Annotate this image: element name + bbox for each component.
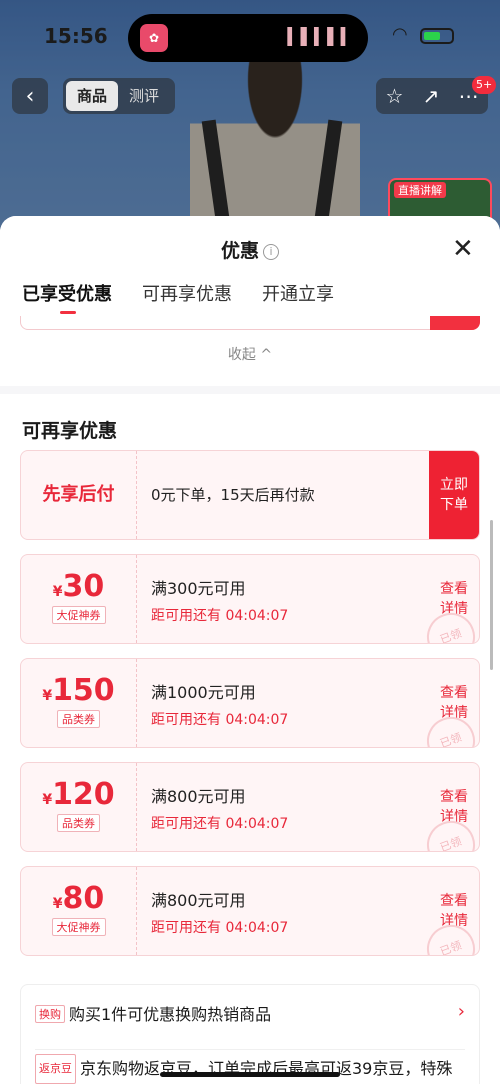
section-title: 可再享优惠 — [22, 420, 118, 442]
chevron-right-icon[interactable]: › — [458, 1001, 465, 1022]
coupon-type: 大促神券 — [51, 918, 106, 936]
currency-symbol: ¥ — [52, 584, 63, 600]
sheet-title: 优惠 i — [0, 236, 500, 263]
coupon-card[interactable]: ¥30 大促神券 满300元可用 距可用还有 04:04:07 查看详情 已领 — [20, 554, 480, 644]
bean-tag: 返京豆 — [35, 1054, 76, 1084]
tab-activate[interactable]: 开通立享 — [262, 280, 334, 306]
currency-symbol: ¥ — [42, 792, 53, 808]
coupon-countdown: 距可用还有 04:04:07 — [151, 816, 289, 832]
discount-tabs: 已享受优惠 可再享优惠 开通立享 — [22, 280, 334, 314]
order-now-label: 立即下单 — [440, 477, 468, 513]
scrollbar[interactable] — [490, 520, 493, 670]
tab-review[interactable]: 测评 — [118, 81, 170, 111]
message-badge: 5+ — [472, 76, 497, 94]
top-nav: ‹ 商品 测评 ☆ ↗ ⋯ — [0, 78, 500, 118]
coupon-amount: 80 — [62, 881, 105, 916]
app-icon: ✿ — [140, 24, 168, 52]
home-indicator[interactable] — [160, 1072, 340, 1077]
coupon-countdown: 距可用还有 04:04:07 — [151, 920, 289, 936]
dynamic-island: ✿ ▍▌▍▌▍ — [128, 14, 368, 62]
previous-card-edge — [20, 316, 480, 330]
order-now-button[interactable]: 立即下单 — [429, 451, 479, 539]
coupon-card[interactable]: ¥80 大促神券 满800元可用 距可用还有 04:04:07 查看详情 已领 — [20, 866, 480, 956]
coupon-amount: 150 — [52, 673, 115, 708]
clock: 15:56 — [44, 24, 108, 48]
coupon-amount: 120 — [52, 777, 115, 812]
exchange-tag: 换购 — [35, 1005, 65, 1023]
coupon-type: 品类券 — [57, 710, 100, 728]
bean-row: 返京豆京东购物返京豆，订单完成后最高可返39京豆，特殊渠道订单不参与购物返豆，以… — [35, 1049, 465, 1084]
collapse-button[interactable]: 收起 ^ — [0, 344, 500, 364]
tab-product[interactable]: 商品 — [66, 81, 118, 111]
coupon-condition: 满800元可用 — [151, 787, 246, 806]
star-icon[interactable]: ☆ — [386, 84, 404, 108]
coupon-card[interactable]: ¥120 品类券 满800元可用 距可用还有 04:04:07 查看详情 已领 — [20, 762, 480, 852]
pay-later-label: 先享后付 — [42, 484, 115, 505]
close-icon[interactable]: ✕ — [452, 236, 474, 262]
pay-later-desc: 0元下单，15天后再付款 — [151, 486, 315, 504]
chevron-left-icon: ‹ — [25, 83, 35, 109]
discount-sheet: 优惠 i ✕ 已享受优惠 可再享优惠 开通立享 收起 ^ 可再享优惠 先享后付 0… — [0, 216, 500, 1084]
live-label: 直播讲解 — [394, 182, 446, 198]
coupon-type: 大促神券 — [51, 606, 106, 624]
coupon-type: 品类券 — [57, 814, 100, 832]
available-section: 可再享优惠 先享后付 0元下单，15天后再付款 立即下单 ¥30 大促神券 满3… — [0, 394, 500, 1084]
coupon-amount: 30 — [62, 569, 105, 604]
exchange-text: 购买1件可优惠换购热销商品 — [69, 1005, 272, 1024]
coupon-condition: 满1000元可用 — [151, 683, 256, 702]
pay-later-card[interactable]: 先享后付 0元下单，15天后再付款 立即下单 — [20, 450, 480, 540]
wifi-icon: ◠ — [392, 24, 408, 45]
back-button[interactable]: ‹ — [12, 78, 48, 114]
status-bar: 15:56 ✿ ▍▌▍▌▍ ◠ — [0, 0, 500, 74]
coupon-condition: 满300元可用 — [151, 579, 246, 598]
more-offers-card: 换购 购买1件可优惠换购热销商品 › 返京豆 京东购物返京豆，订单完成后最高可返39… — [20, 984, 480, 1084]
tab-enjoyed[interactable]: 已享受优惠 — [22, 280, 112, 314]
exchange-row[interactable]: 换购 购买1件可优惠换购热销商品 — [35, 1001, 465, 1025]
share-icon[interactable]: ↗ — [423, 84, 440, 108]
info-icon[interactable]: i — [263, 244, 279, 260]
coupon-countdown: 距可用还有 04:04:07 — [151, 608, 289, 624]
coupon-card[interactable]: ¥150 品类券 满1000元可用 距可用还有 04:04:07 查看详情 已领 — [20, 658, 480, 748]
audio-wave-icon: ▍▌▍▌▍ — [287, 27, 354, 46]
coupon-countdown: 距可用还有 04:04:07 — [151, 712, 289, 728]
coupon-condition: 满800元可用 — [151, 891, 246, 910]
sheet-title-text: 优惠 — [220, 240, 259, 262]
battery-icon — [420, 28, 454, 44]
tab-available[interactable]: 可再享优惠 — [142, 280, 232, 306]
currency-symbol: ¥ — [42, 688, 53, 704]
product-tabs: 商品 测评 — [63, 78, 175, 114]
currency-symbol: ¥ — [52, 896, 63, 912]
